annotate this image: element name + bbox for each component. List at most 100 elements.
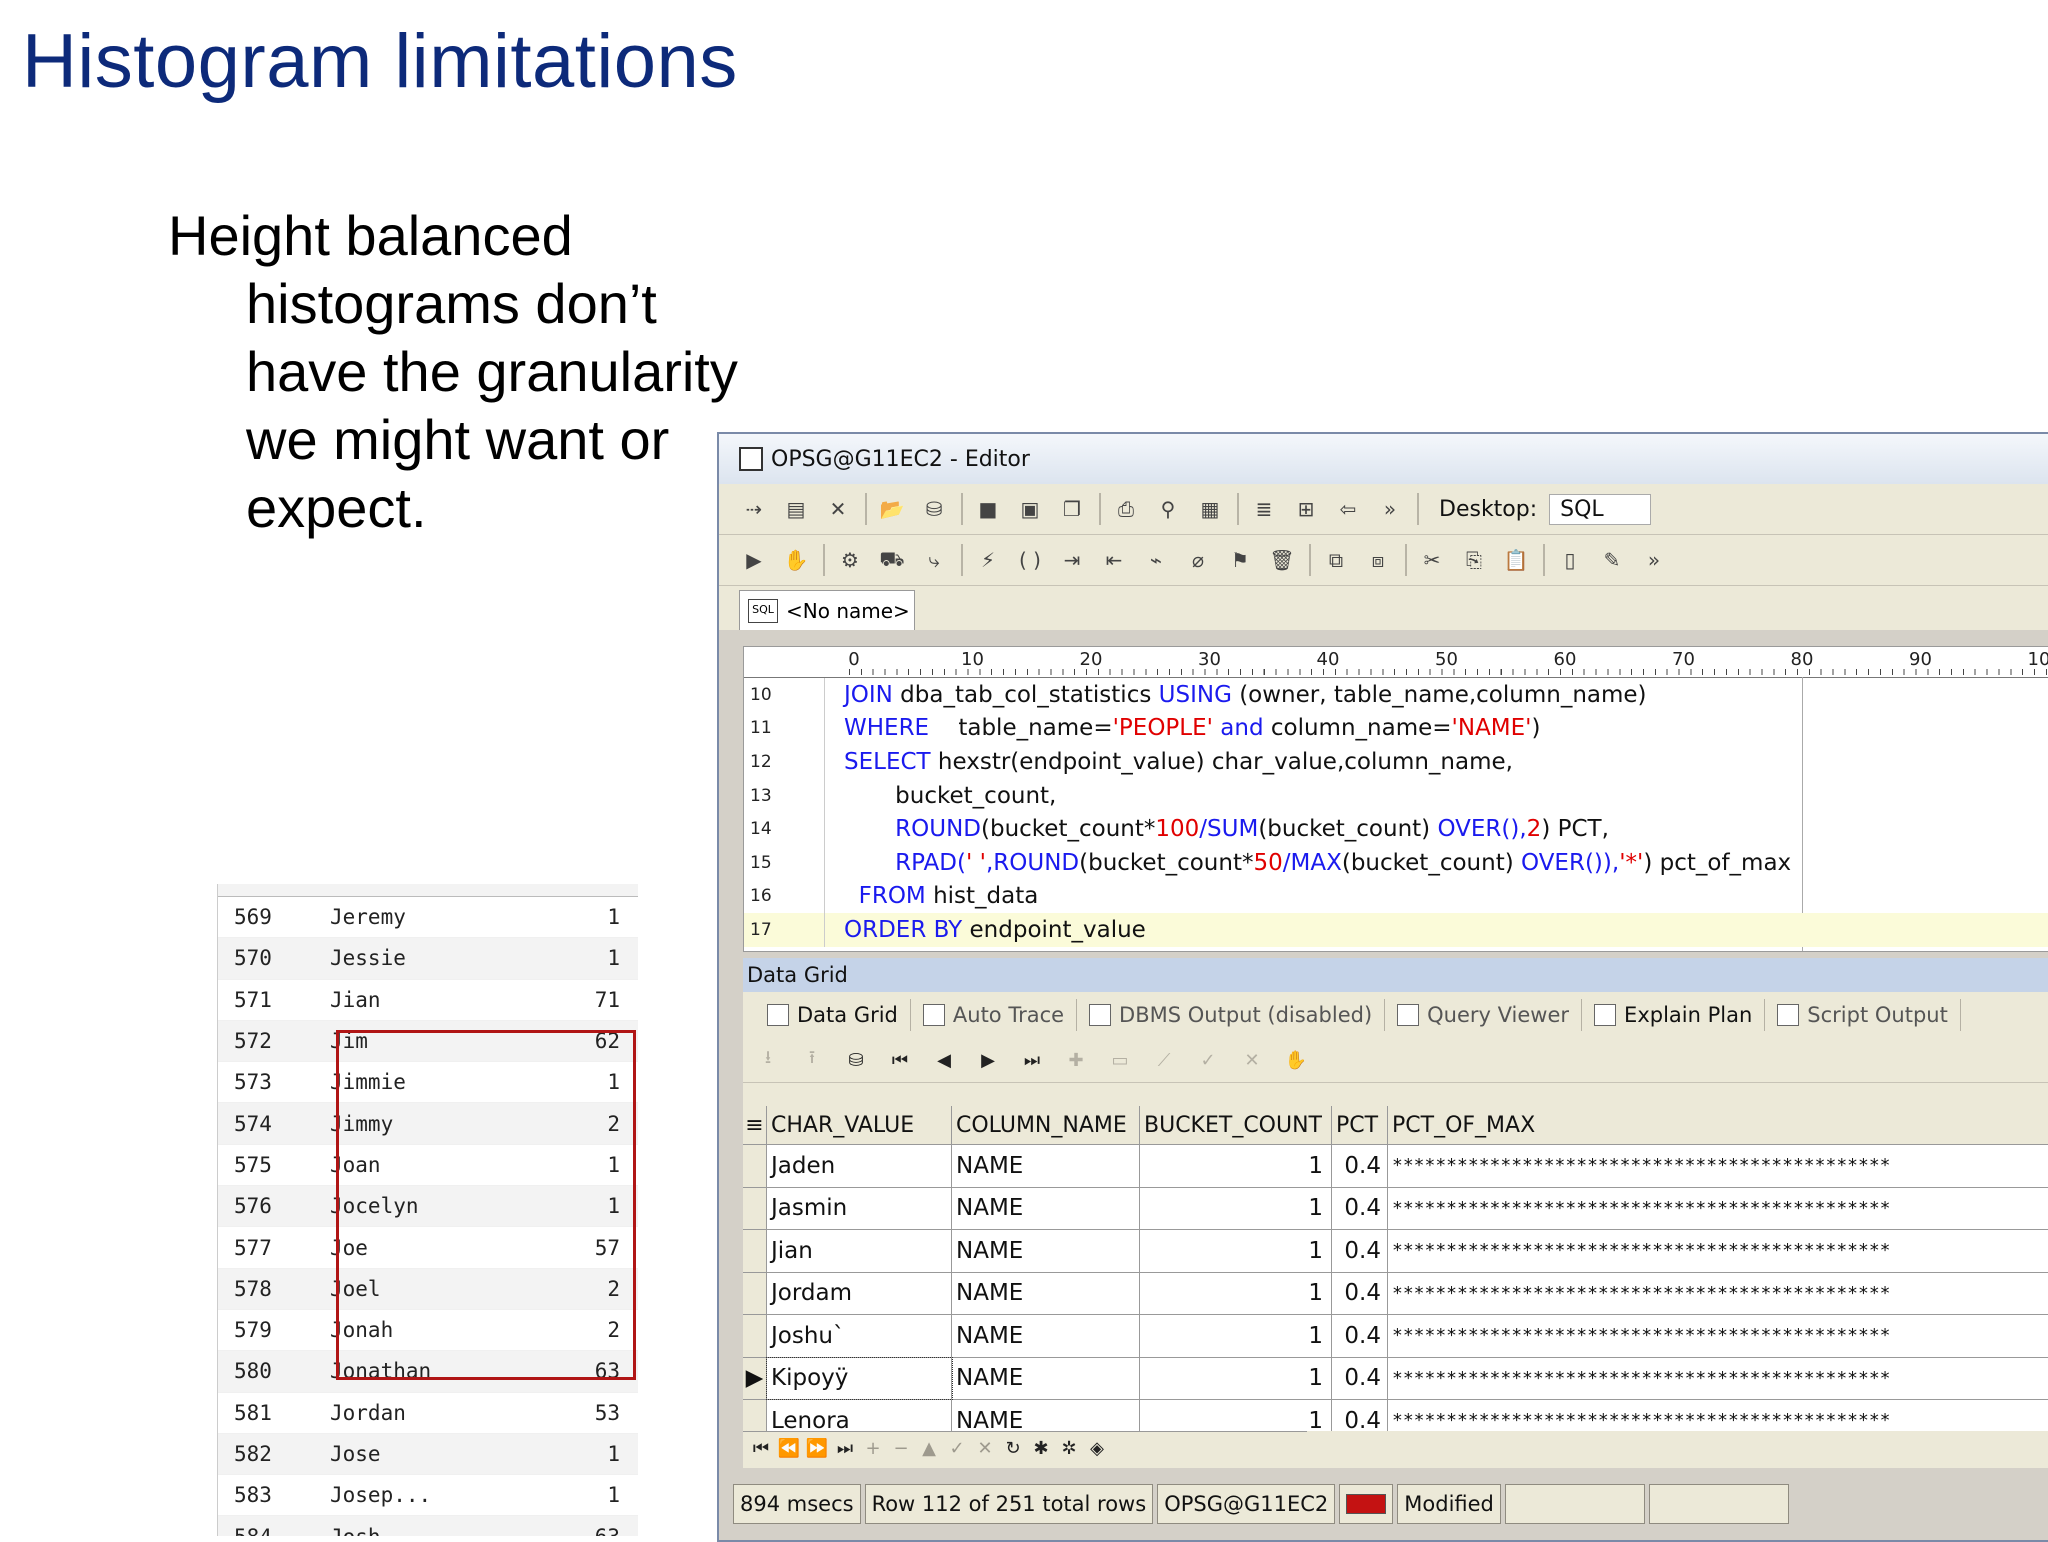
first-record-icon[interactable]: ⏮ — [883, 1045, 917, 1075]
cell-pct[interactable]: 0.4 — [1332, 1315, 1388, 1357]
table-row[interactable]: Jaden NAME 1 0.4 ***************************… — [743, 1145, 2048, 1188]
auto-trace-icon[interactable]: ⛟ — [877, 545, 907, 575]
execute-icon[interactable]: ▶ — [739, 545, 769, 575]
tab-dbms-output[interactable]: DBMS Output (disabled) — [1077, 999, 1386, 1031]
row-selector-header[interactable]: ≡ — [743, 1106, 767, 1144]
export-up-icon[interactable]: ⭱ — [795, 1045, 829, 1075]
close-sql-icon[interactable]: ✕ — [823, 494, 853, 524]
cell-pct[interactable]: 0.4 — [1332, 1272, 1388, 1314]
grid-icon[interactable]: ▦ — [1195, 494, 1225, 524]
post-icon[interactable]: ✓ — [1191, 1045, 1225, 1075]
cell-column-name[interactable]: NAME — [952, 1315, 1140, 1357]
insert-row-icon[interactable]: + — [859, 1438, 887, 1459]
export-down-icon[interactable]: ⭳ — [751, 1045, 785, 1075]
parens-icon[interactable]: ( ) — [1015, 545, 1045, 575]
cell-pct-of-max[interactable]: ****************************************… — [1388, 1230, 2048, 1272]
burst-icon[interactable]: ✲ — [1055, 1438, 1083, 1459]
hand-icon[interactable]: ✋ — [1279, 1045, 1313, 1075]
tab-auto-trace[interactable]: Auto Trace — [911, 999, 1078, 1031]
cell-bucket-count[interactable]: 1 — [1140, 1145, 1332, 1187]
insert-icon[interactable]: ✚ — [1059, 1045, 1093, 1075]
row-selector[interactable] — [743, 1400, 767, 1431]
column-header[interactable]: PCT_OF_MAX — [1388, 1106, 2048, 1144]
cell-pct-of-max[interactable]: ****************************************… — [1388, 1400, 2048, 1431]
copy-icon[interactable]: ⎘ — [1459, 545, 1489, 575]
print-icon[interactable]: ⎙ — [1111, 494, 1141, 524]
cell-char-value[interactable]: Jaden — [767, 1145, 952, 1187]
cell-pct[interactable]: 0.4 — [1332, 1400, 1388, 1431]
cell-bucket-count[interactable]: 1 — [1140, 1272, 1332, 1314]
prev-page-icon[interactable]: ⏪ — [775, 1438, 803, 1459]
tab-script-output[interactable]: Script Output — [1765, 999, 1961, 1031]
explain-icon[interactable]: ⚙ — [835, 545, 865, 575]
highlight-icon[interactable]: ✎ — [1597, 545, 1627, 575]
table-row[interactable]: Lenora NAME 1 0.4 **************************… — [743, 1400, 2048, 1431]
cell-char-value[interactable]: Joshu` — [767, 1315, 952, 1357]
row-selector[interactable] — [743, 1315, 767, 1357]
cell-bucket-count[interactable]: 1 — [1140, 1357, 1332, 1399]
bookmark-icon[interactable]: ⚑ — [1225, 545, 1255, 575]
format-sql-icon[interactable]: ≣ — [1249, 494, 1279, 524]
step-icon[interactable]: ⤷ — [919, 545, 949, 575]
column-header[interactable]: PCT — [1332, 1106, 1388, 1144]
row-selector[interactable] — [743, 1230, 767, 1272]
import-icon[interactable]: ⧈ — [1363, 545, 1393, 575]
save-as-icon[interactable]: ▣ — [1015, 494, 1045, 524]
post-row-icon[interactable]: ✓ — [943, 1438, 971, 1459]
cell-column-name[interactable]: NAME — [952, 1357, 1140, 1399]
last-record-icon[interactable]: ⏭ — [1015, 1045, 1049, 1075]
column-header[interactable]: COLUMN_NAME — [952, 1106, 1140, 1144]
tab-query-viewer[interactable]: Query Viewer — [1385, 999, 1583, 1031]
table-row[interactable]: Jian NAME 1 0.4 ****************************… — [743, 1230, 2048, 1273]
find-icon[interactable]: ⚲ — [1153, 494, 1183, 524]
cancel-row-icon[interactable]: ✕ — [971, 1438, 999, 1459]
cancel-icon[interactable]: ✕ — [1235, 1045, 1269, 1075]
cell-pct-of-max[interactable]: ****************************************… — [1388, 1273, 2048, 1315]
next-page-icon[interactable]: ⏩ — [803, 1438, 831, 1459]
tab-explain-plan[interactable]: Explain Plan — [1582, 999, 1766, 1031]
column-header[interactable]: BUCKET_COUNT — [1140, 1106, 1332, 1144]
table-row[interactable]: Jordam NAME 1 0.4 **************************… — [743, 1272, 2048, 1315]
bookmark-row-icon[interactable]: ◈ — [1083, 1438, 1111, 1459]
cell-pct-of-max[interactable]: ****************************************… — [1388, 1358, 2048, 1400]
delete-row-icon[interactable]: − — [887, 1438, 915, 1459]
undo-icon[interactable]: ⇦ — [1333, 494, 1363, 524]
cell-pct-of-max[interactable]: ****************************************… — [1388, 1315, 2048, 1357]
cell-pct[interactable]: 0.4 — [1332, 1187, 1388, 1229]
window-titlebar[interactable]: OPSG@G11EC2 - Editor — [719, 434, 2048, 484]
cell-pct[interactable]: 0.4 — [1332, 1145, 1388, 1187]
cut-icon[interactable]: ✂ — [1417, 545, 1447, 575]
new-sql-icon[interactable]: ▤ — [781, 494, 811, 524]
table-row[interactable]: Joshu` NAME 1 0.4 **************************… — [743, 1315, 2048, 1358]
cell-bucket-count[interactable]: 1 — [1140, 1187, 1332, 1229]
open-folder-icon[interactable]: 📂 — [877, 494, 907, 524]
cell-char-value[interactable]: Kipoyÿ — [766, 1356, 953, 1400]
cell-char-value[interactable]: Jian — [767, 1230, 952, 1272]
cell-char-value[interactable]: Jasmin — [767, 1187, 952, 1229]
indent-icon[interactable]: ⇥ — [1057, 545, 1087, 575]
table-row[interactable]: ▶ Kipoyÿ NAME 1 0.4 *************************… — [743, 1356, 2048, 1400]
cell-bucket-count[interactable]: 1 — [1140, 1400, 1332, 1431]
row-selector[interactable] — [743, 1187, 767, 1229]
cell-bucket-count[interactable]: 1 — [1140, 1315, 1332, 1357]
desktop-select[interactable]: SQL — [1549, 493, 1652, 525]
connect-icon[interactable]: ⇢ — [739, 494, 769, 524]
cell-pct-of-max[interactable]: ****************************************… — [1388, 1145, 2048, 1187]
comment-icon[interactable]: ⌁ — [1141, 545, 1171, 575]
first-icon[interactable]: ⏮ — [747, 1438, 775, 1459]
last-icon[interactable]: ⏭ — [831, 1438, 859, 1459]
row-selector[interactable] — [743, 1272, 767, 1314]
cell-pct[interactable]: 0.4 — [1332, 1357, 1388, 1399]
current-row-indicator[interactable]: ▶ — [743, 1357, 767, 1399]
cell-pct[interactable]: 0.4 — [1332, 1230, 1388, 1272]
cell-column-name[interactable]: NAME — [952, 1272, 1140, 1314]
save-all-icon[interactable]: ❐ — [1057, 494, 1087, 524]
save-icon[interactable]: ■ — [973, 494, 1003, 524]
commit-icon[interactable]: ⚡ — [973, 545, 1003, 575]
next-record-icon[interactable]: ▶ — [971, 1045, 1005, 1075]
clear-icon[interactable]: 🗑 — [1267, 545, 1297, 575]
sql-builder-icon[interactable]: ⊞ — [1291, 494, 1321, 524]
table-row[interactable]: Jasmin NAME 1 0.4 **************************… — [743, 1187, 2048, 1230]
asterisk-icon[interactable]: ✱ — [1027, 1438, 1055, 1459]
refresh-icon[interactable]: ↻ — [999, 1438, 1027, 1459]
